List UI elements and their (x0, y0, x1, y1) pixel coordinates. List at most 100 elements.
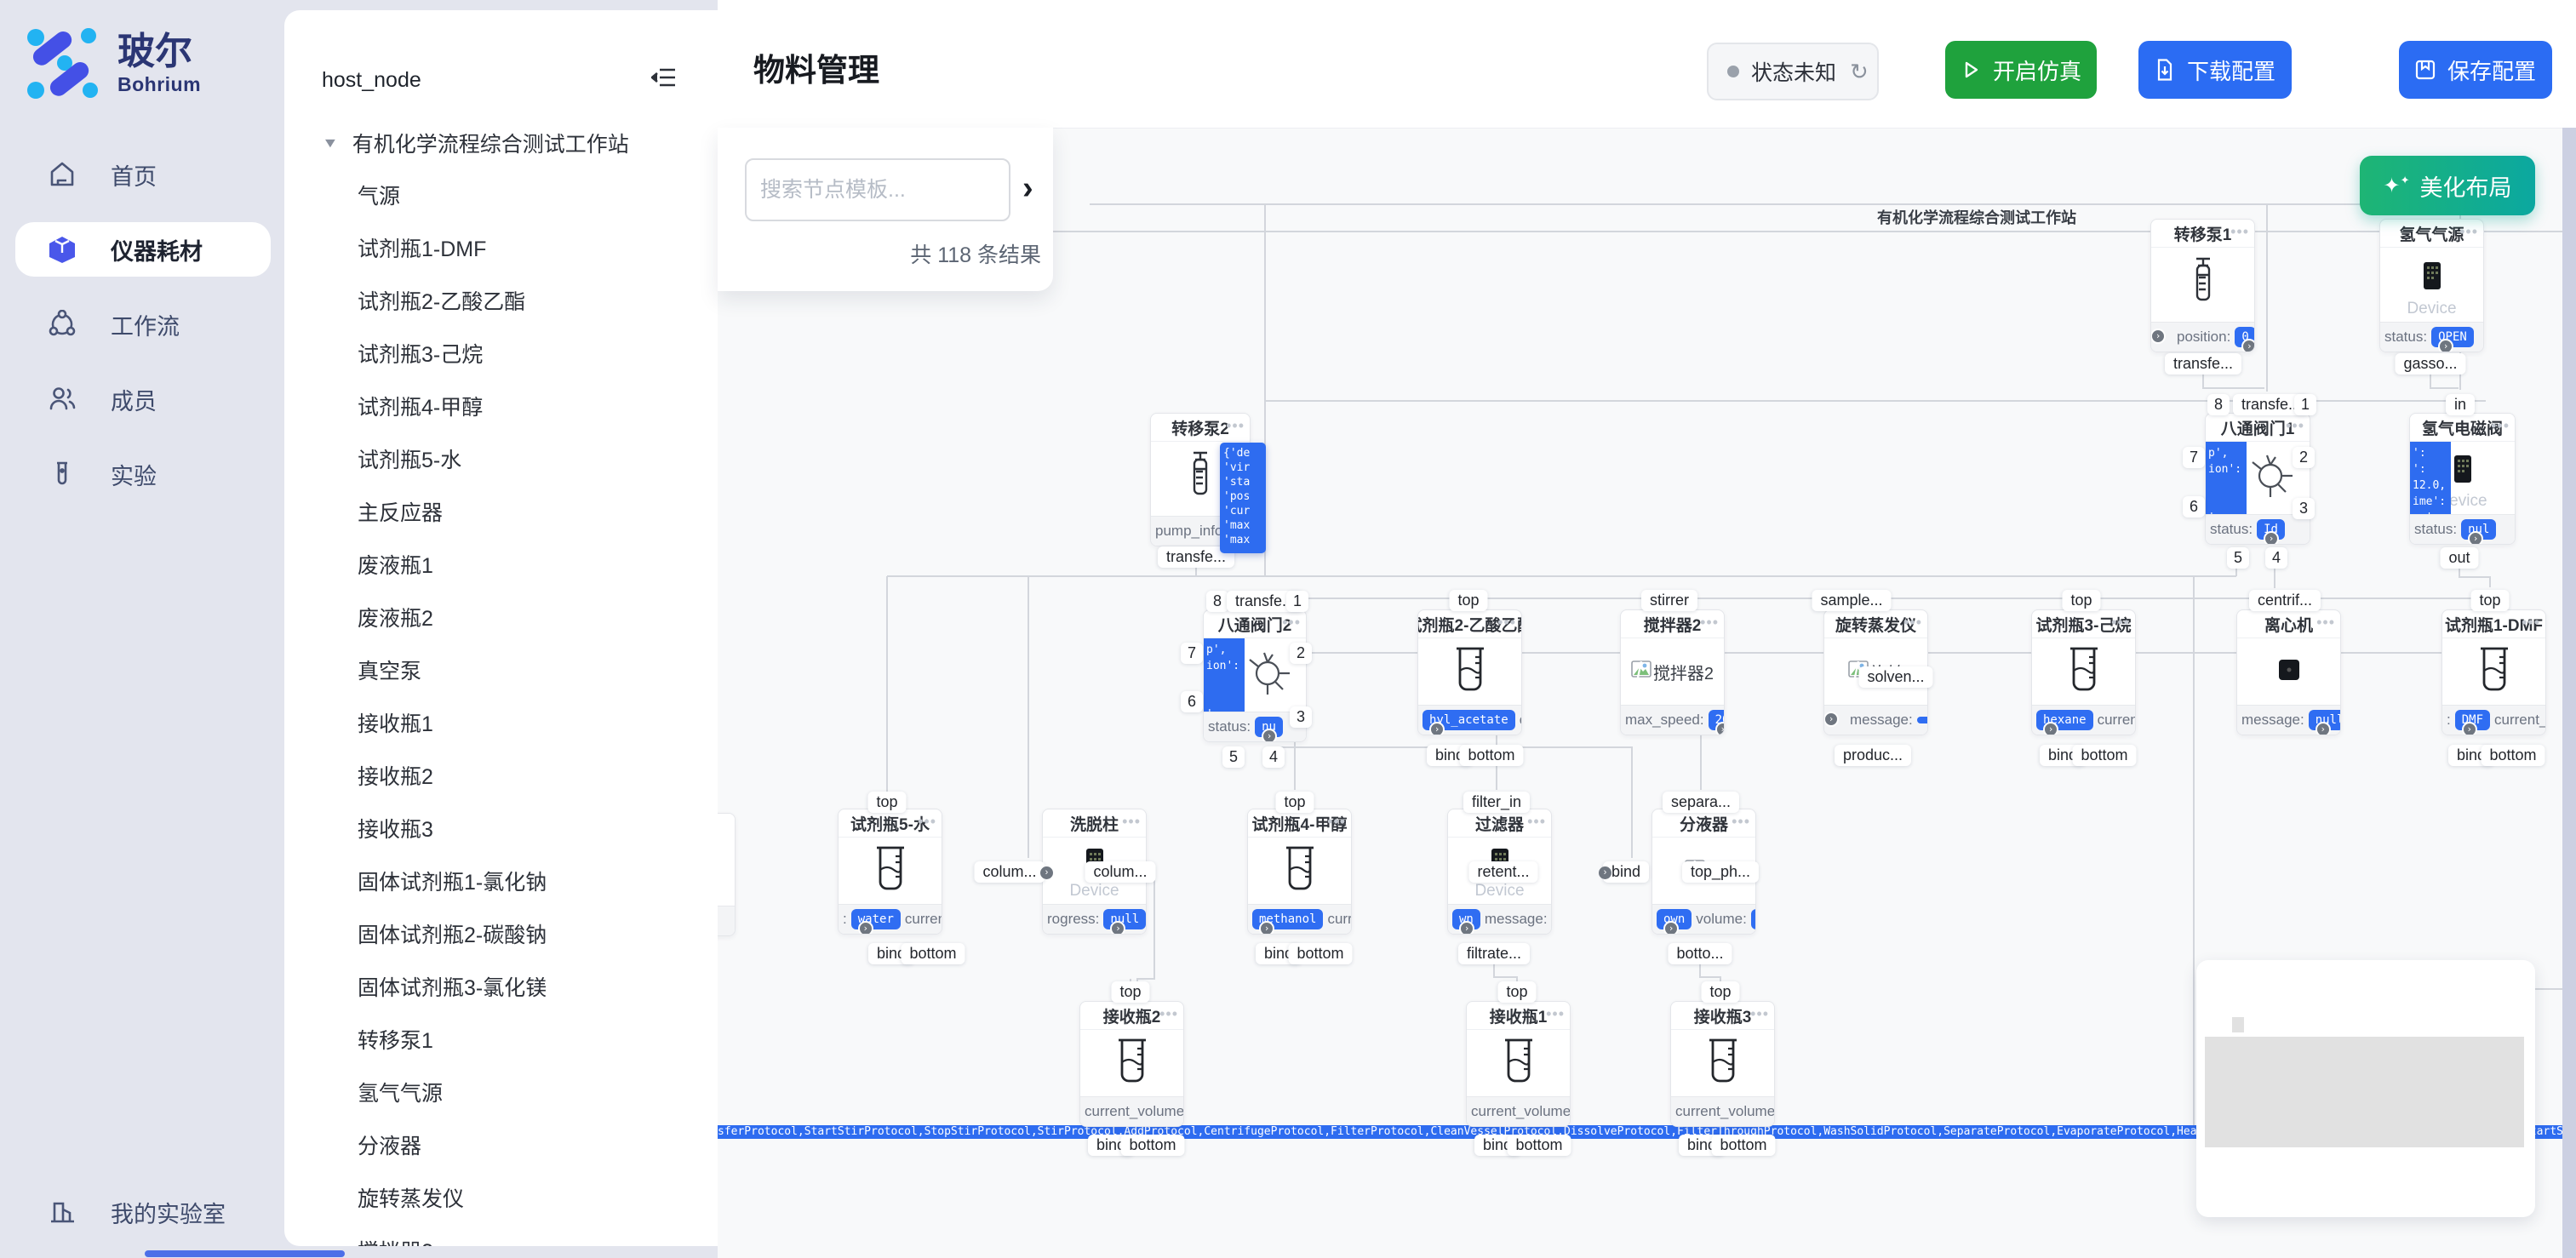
tree-item[interactable]: 试剂瓶5-水 (284, 432, 718, 485)
port-chip-bottom[interactable]: bottom (2072, 745, 2136, 766)
port-chip-bottom[interactable]: bottom (1459, 745, 1523, 766)
port-chip-centrif[interactable]: centrif... (2249, 590, 2321, 611)
flow-node-离心机[interactable]: 离心机•••message:nullma (2236, 609, 2341, 735)
node-menu-icon[interactable]: ••• (2286, 417, 2304, 435)
sidebar-item-1[interactable]: 仪器耗材 (0, 212, 284, 287)
tree-item[interactable]: 固体试剂瓶2-碳酸钠 (284, 907, 718, 960)
flow-node-转移泵1[interactable]: 转移泵1•••position:0pump (2150, 219, 2255, 352)
sidebar-item-4[interactable]: 实验 (0, 437, 284, 512)
code-popup[interactable]: {'de 'vir 'sta 'pos 'cur 'max 'max (1220, 443, 1266, 553)
refresh-icon[interactable]: ↻ (1850, 59, 1869, 85)
port-chip-produc[interactable]: produc... (1835, 745, 1911, 766)
node-menu-icon[interactable]: ••• (1159, 1005, 1178, 1023)
flow-node-试剂瓶2-乙酸乙酯[interactable]: 试剂瓶2-乙酸乙酯•••hyl_acetatecurre (1417, 609, 1522, 735)
tag-pill[interactable]: water (851, 909, 901, 929)
tree-item[interactable]: 试剂瓶4-甲醇 (284, 380, 718, 432)
tag-pill[interactable]: null (2309, 710, 2340, 730)
search-input[interactable] (745, 158, 1010, 221)
node-menu-icon[interactable]: ••• (2459, 223, 2478, 241)
port-chip-stirrer[interactable]: stirrer (1641, 590, 1697, 611)
port-chip-6[interactable]: 6 (2183, 496, 2205, 517)
tag-pill[interactable]: own (1657, 909, 1692, 929)
save-config-button[interactable]: 保存配置 (2399, 41, 2552, 99)
port-chip-3[interactable]: 3 (2293, 498, 2315, 519)
tree-item[interactable]: 接收瓶2 (284, 749, 718, 802)
tree-item[interactable]: 主反应器 (284, 485, 718, 538)
node-menu-icon[interactable]: ••• (1700, 614, 1719, 632)
port-chip-top[interactable]: top (1275, 792, 1314, 813)
flow-node-试剂瓶1-DMF[interactable]: 试剂瓶1-DMF•••:DMFcurrent_v (2441, 609, 2546, 735)
node-menu-icon[interactable]: ••• (1903, 614, 1922, 632)
node-menu-icon[interactable]: ••• (1497, 614, 1516, 632)
port-chip-8[interactable]: 8 (2207, 394, 2230, 415)
flow-node-试剂瓶3-己烷[interactable]: 试剂瓶3-己烷•••hexanecurrent_v (2031, 609, 2136, 735)
node-menu-icon[interactable]: ••• (1732, 813, 1750, 831)
port-chip-8[interactable]: 8 (1206, 591, 1228, 612)
canvas-vertical-scrollbar[interactable] (2562, 128, 2576, 1258)
port-chip-top[interactable]: top (2062, 590, 2100, 611)
port-chip-transfe[interactable]: transfe... (2165, 353, 2241, 375)
tree-item[interactable]: 试剂瓶3-己烷 (284, 327, 718, 380)
node-menu-icon[interactable]: ••• (1327, 813, 1346, 831)
port-chip-out[interactable]: out (2440, 547, 2478, 569)
tag-pill[interactable]: hexane (2036, 710, 2093, 730)
tag-pill[interactable]: 250 (1751, 909, 1755, 929)
sidebar-item-3[interactable]: 成员 (0, 362, 284, 437)
port-chip-sample[interactable]: sample... (1812, 590, 1891, 611)
port-chip-top[interactable]: top (867, 792, 906, 813)
port-chip-botto[interactable]: botto... (1668, 943, 1732, 964)
tag-pill[interactable]: null (1103, 909, 1146, 929)
flow-node-接收瓶1[interactable]: 接收瓶1•••current_volume:0 (1466, 1001, 1571, 1127)
port-chip-filter_in[interactable]: filter_in (1463, 792, 1530, 813)
code-panel[interactable]: p', ion': ' (1204, 638, 1245, 712)
flow-node-搅拌器2[interactable]: 搅拌器2•••搅拌器2max_speed:2000 (1620, 609, 1725, 735)
port-chip-filtrate[interactable]: filtrate... (1458, 943, 1530, 964)
tag-pill[interactable]: nul (2461, 519, 2496, 540)
port-chip-bottom[interactable]: bottom (1507, 1135, 1571, 1156)
port-chip-in[interactable]: in (2446, 394, 2475, 415)
flow-node-接收瓶2[interactable]: 接收瓶2•••current_volume:0 (1079, 1001, 1184, 1127)
collapse-panel-icon[interactable] (651, 66, 677, 89)
flow-node-八通阀门1[interactable]: 八通阀门1•••p', ion': ' status:Id (2205, 413, 2310, 545)
port-chip-bottom[interactable]: bottom (1120, 1135, 1184, 1156)
port-chip-2[interactable]: 2 (2293, 447, 2315, 468)
sidebar-item-2[interactable]: 工作流 (0, 287, 284, 362)
port-chip-gasso[interactable]: gasso... (2395, 353, 2465, 375)
port-chip-solven[interactable]: solven... (1858, 666, 1932, 688)
flow-node-氢气电磁阀[interactable]: 氢气电磁阀•••Device': ': 12.0, ime': en':stat… (2409, 413, 2516, 545)
node-menu-icon[interactable]: ••• (1527, 813, 1546, 831)
node-menu-icon[interactable]: ••• (1226, 417, 1245, 435)
node-menu-icon[interactable]: ••• (2522, 614, 2540, 632)
node-menu-icon[interactable]: ••• (918, 813, 936, 831)
node-menu-icon[interactable]: ••• (2230, 223, 2249, 241)
minimap[interactable] (2196, 960, 2535, 1217)
tree-item[interactable]: 废液瓶2 (284, 591, 718, 643)
tag-pill[interactable]: OPEN (2431, 327, 2474, 347)
port-chip-separa[interactable]: separa... (1663, 792, 1739, 813)
port-chip-1[interactable]: 1 (2294, 394, 2316, 415)
port-chip-7[interactable]: 7 (2183, 447, 2205, 468)
tree-item[interactable]: 旋转蒸发仪 (284, 1171, 718, 1224)
node-menu-icon[interactable]: ••• (1546, 1005, 1565, 1023)
tree-item[interactable]: 试剂瓶1-DMF (284, 221, 718, 274)
port-chip-top[interactable]: top (1111, 981, 1149, 1003)
port-chip-bottom[interactable]: bottom (1288, 943, 1352, 964)
chevron-down-icon[interactable]: ▼ (322, 135, 339, 151)
tree-horizontal-scrollbar[interactable] (145, 1250, 345, 1257)
port-chip-bottom[interactable]: bottom (1711, 1135, 1775, 1156)
port-chip-top[interactable]: top (1449, 590, 1487, 611)
flow-node-接收瓶3[interactable]: 接收瓶3•••current_volume:0 (1670, 1001, 1775, 1127)
tag-pill[interactable]: Id (2257, 519, 2285, 540)
node-menu-icon[interactable]: ••• (1750, 1005, 1769, 1023)
port-chip-bottom[interactable]: bottom (901, 943, 965, 964)
flow-node-氢气气源[interactable]: 氢气气源•••Devicestatus:OPEN (2379, 219, 2484, 352)
tag-pill[interactable]: 0 (2235, 327, 2254, 347)
beautify-layout-button[interactable]: ✦✦ 美化布局 (2360, 156, 2535, 215)
status-pill[interactable]: 状态未知 ↻ (1707, 43, 1879, 100)
node-menu-icon[interactable]: ••• (1122, 813, 1141, 831)
port-chip-4[interactable]: 4 (1262, 746, 1285, 768)
port-chip-top[interactable]: top (1701, 981, 1739, 1003)
minimap-viewport[interactable] (2205, 1037, 2524, 1147)
tree-item[interactable]: 转移泵1 (284, 1013, 718, 1066)
sidebar-item-0[interactable]: 首页 (0, 137, 284, 212)
